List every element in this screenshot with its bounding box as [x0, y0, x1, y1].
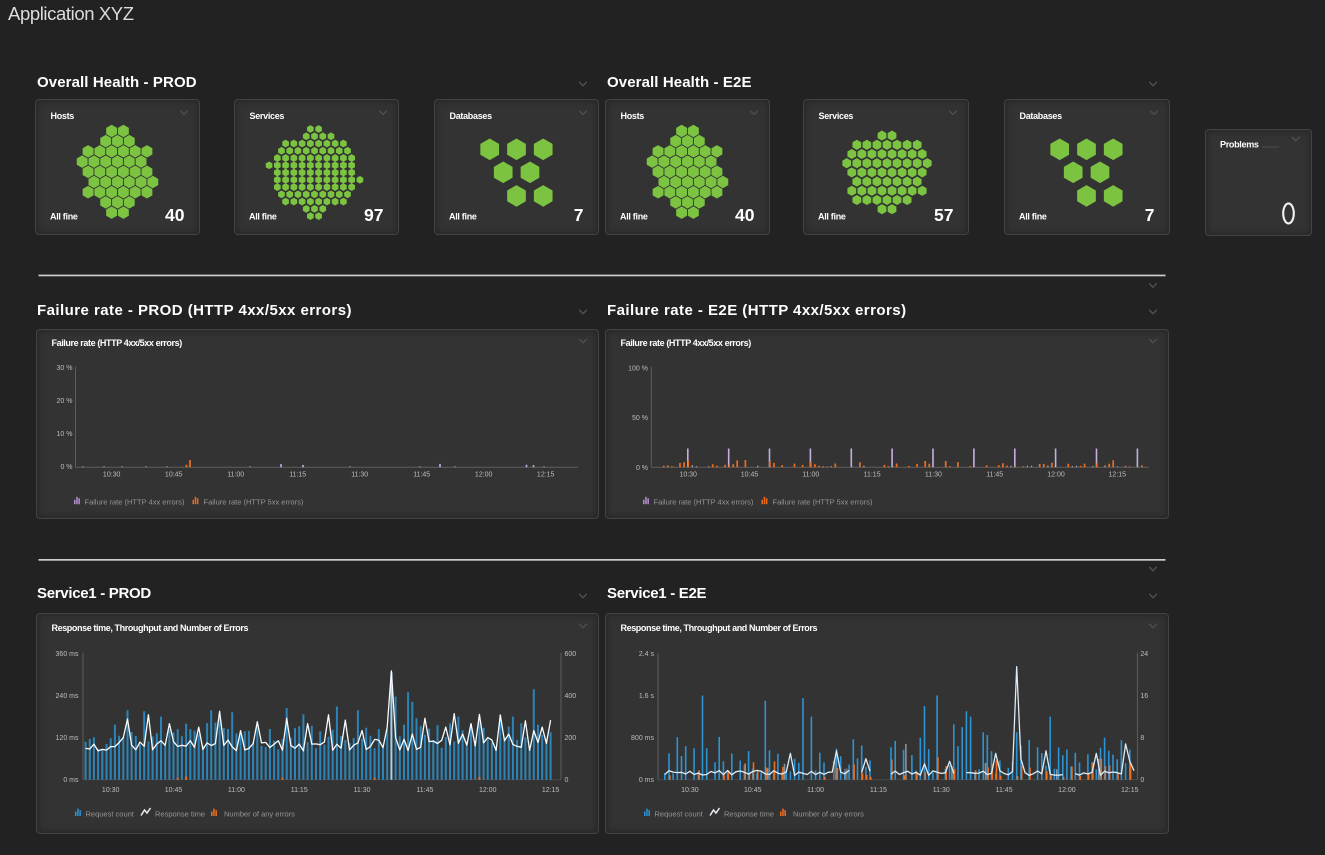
svg-text:11:00: 11:00	[228, 787, 245, 794]
svg-text:11:15: 11:15	[864, 472, 881, 479]
svg-text:All fine: All fine	[818, 212, 846, 222]
svg-text:11:15: 11:15	[870, 787, 887, 794]
svg-text:1.6 s: 1.6 s	[639, 693, 655, 700]
svg-text:11:30: 11:30	[933, 787, 950, 794]
svg-text:Failure rate (HTTP 5xx errors): Failure rate (HTTP 5xx errors)	[773, 498, 873, 507]
svg-text:10:30: 10:30	[103, 472, 121, 479]
svg-text:10:30: 10:30	[679, 472, 697, 479]
svg-text:Request count: Request count	[655, 810, 704, 819]
svg-text:Hosts: Hosts	[51, 111, 75, 121]
svg-text:10:30: 10:30	[102, 787, 120, 794]
svg-text:12:00: 12:00	[1047, 472, 1065, 479]
svg-text:11:30: 11:30	[354, 787, 371, 794]
svg-text:11:00: 11:00	[802, 472, 819, 479]
svg-text:12:15: 12:15	[537, 472, 555, 479]
svg-text:600: 600	[565, 651, 577, 658]
svg-text:10:45: 10:45	[744, 787, 762, 794]
svg-text:10 %: 10 %	[57, 431, 73, 438]
svg-text:11:45: 11:45	[996, 787, 1013, 794]
svg-text:240 ms: 240 ms	[56, 693, 79, 700]
svg-text:10:45: 10:45	[165, 472, 183, 479]
svg-text:360 ms: 360 ms	[56, 651, 79, 658]
svg-text:12:00: 12:00	[479, 787, 497, 794]
svg-text:All fine: All fine	[249, 212, 277, 222]
svg-text:0 %: 0 %	[60, 464, 72, 471]
svg-text:7: 7	[1145, 205, 1155, 225]
svg-text:Number of any errors: Number of any errors	[224, 810, 295, 819]
svg-text:11:15: 11:15	[291, 787, 308, 794]
svg-text:Failure rate (HTTP 5xx errors): Failure rate (HTTP 5xx errors)	[204, 498, 304, 507]
svg-text:97: 97	[364, 205, 383, 225]
svg-text:Failure rate (HTTP 4xx/5xx err: Failure rate (HTTP 4xx/5xx errors)	[52, 338, 183, 348]
svg-text:11:45: 11:45	[413, 472, 430, 479]
svg-text:20 %: 20 %	[57, 398, 73, 405]
svg-text:0: 0	[565, 777, 569, 784]
svg-text:2.4 s: 2.4 s	[639, 651, 655, 658]
svg-text:Failure rate (HTTP 4xx errors): Failure rate (HTTP 4xx errors)	[654, 498, 754, 507]
svg-text:10:45: 10:45	[165, 787, 183, 794]
svg-text:Response time: Response time	[155, 810, 205, 819]
svg-text:200: 200	[565, 735, 577, 742]
svg-text:0 ms: 0 ms	[63, 777, 79, 784]
svg-text:10:45: 10:45	[741, 472, 759, 479]
svg-text:All fine: All fine	[449, 212, 477, 222]
svg-text:0 %: 0 %	[636, 465, 648, 472]
svg-text:12:15: 12:15	[1121, 787, 1139, 794]
svg-text:40: 40	[165, 205, 185, 225]
svg-text:Services: Services	[819, 111, 854, 121]
svg-text:120 ms: 120 ms	[56, 735, 79, 742]
svg-text:57: 57	[934, 205, 953, 225]
svg-text:11:30: 11:30	[925, 472, 942, 479]
svg-text:50 %: 50 %	[632, 415, 648, 422]
svg-text:Request count: Request count	[86, 810, 135, 819]
svg-text:11:15: 11:15	[289, 472, 306, 479]
svg-text:All fine: All fine	[1019, 212, 1047, 222]
svg-text:Services: Services	[250, 111, 285, 121]
svg-text:Databases: Databases	[1020, 111, 1063, 121]
svg-text:0 ms: 0 ms	[639, 777, 655, 784]
svg-text:400: 400	[565, 693, 577, 700]
svg-text:40: 40	[735, 205, 755, 225]
svg-text:12:15: 12:15	[542, 787, 560, 794]
svg-text:8: 8	[1140, 735, 1144, 742]
svg-text:Response time, Throughput and: Response time, Throughput and Number of …	[621, 623, 818, 633]
svg-text:11:00: 11:00	[227, 472, 244, 479]
svg-text:10:30: 10:30	[681, 787, 699, 794]
svg-text:Failure rate (HTTP 4xx errors): Failure rate (HTTP 4xx errors)	[85, 498, 185, 507]
svg-text:Response time, Throughput and: Response time, Throughput and Number of …	[52, 623, 249, 633]
svg-text:12:00: 12:00	[1058, 787, 1076, 794]
svg-text:All fine: All fine	[50, 212, 78, 222]
svg-text:7: 7	[574, 205, 584, 225]
svg-text:Number of any errors: Number of any errors	[793, 810, 864, 819]
svg-text:All fine: All fine	[620, 212, 648, 222]
svg-text:11:30: 11:30	[351, 472, 368, 479]
svg-text:12:00: 12:00	[475, 472, 493, 479]
svg-text:Hosts: Hosts	[621, 111, 645, 121]
svg-text:11:00: 11:00	[807, 787, 824, 794]
svg-text:100 %: 100 %	[628, 365, 648, 372]
svg-text:Problems: Problems	[1220, 140, 1259, 150]
svg-text:16: 16	[1140, 693, 1148, 700]
svg-text:11:45: 11:45	[416, 787, 433, 794]
svg-text:24: 24	[1140, 651, 1148, 658]
svg-text:11:45: 11:45	[986, 472, 1003, 479]
svg-text:Response time: Response time	[724, 810, 774, 819]
svg-text:Databases: Databases	[450, 111, 493, 121]
svg-text:0: 0	[1140, 777, 1144, 784]
svg-text:30 %: 30 %	[57, 365, 73, 372]
svg-text:Failure rate (HTTP 4xx/5xx err: Failure rate (HTTP 4xx/5xx errors)	[621, 338, 752, 348]
svg-text:800 ms: 800 ms	[631, 735, 654, 742]
svg-text:12:15: 12:15	[1109, 472, 1127, 479]
